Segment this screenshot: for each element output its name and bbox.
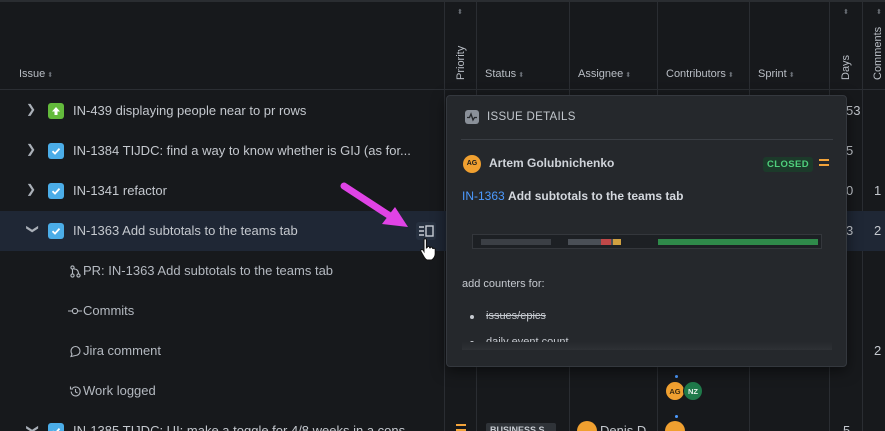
- column-header-issue[interactable]: Issue ⬍: [19, 68, 53, 80]
- issue-heading: IN-1363 Add subtotals to the teams tab: [462, 189, 683, 203]
- status-badge: CLOSED: [763, 157, 813, 172]
- issue-title: Add subtotals to the teams tab: [508, 189, 684, 203]
- task-icon: [48, 223, 64, 239]
- avatar[interactable]: AG: [665, 381, 685, 401]
- column-header-sprint[interactable]: Sprint ⬍: [758, 68, 795, 80]
- avatar[interactable]: [577, 421, 597, 431]
- subrow-label[interactable]: Jira comment: [83, 343, 161, 358]
- column-header-comments[interactable]: Comments: [872, 27, 884, 80]
- avatar[interactable]: [665, 421, 685, 431]
- commit-icon: [68, 307, 82, 315]
- days-value: 0: [846, 183, 854, 198]
- description-text: add counters for:: [462, 278, 545, 290]
- column-header-days[interactable]: Days: [840, 55, 852, 80]
- task-icon: [48, 143, 64, 159]
- indicator-dot: [675, 375, 678, 378]
- task-icon: [48, 423, 64, 431]
- attachment-thumbnail[interactable]: [472, 234, 822, 249]
- issue-title[interactable]: IN-1363 Add subtotals to the teams tab: [73, 223, 298, 238]
- sort-icon[interactable]: ⬍: [843, 8, 849, 16]
- history-icon: [69, 386, 81, 397]
- chevron-right-icon[interactable]: ❯: [26, 182, 36, 196]
- issue-title[interactable]: IN-1384 TIJDC: find a way to know whethe…: [73, 143, 411, 158]
- task-icon: [48, 183, 64, 199]
- chevron-down-icon[interactable]: ❯: [26, 424, 40, 431]
- author-name: Artem Golubnichenko: [489, 156, 615, 170]
- annotation-arrow-icon: [340, 182, 408, 227]
- content-fade: [462, 342, 832, 350]
- list-item: issues/epics: [486, 310, 546, 322]
- days-value: 5: [843, 423, 851, 431]
- subrow-label[interactable]: Work logged: [83, 383, 156, 398]
- chevron-right-icon[interactable]: ❯: [26, 142, 36, 156]
- column-header-contributors[interactable]: Contributors ⬍: [666, 68, 734, 80]
- issue-title[interactable]: IN-1385 TIJDC: UI: make a toggle for 4/8…: [73, 423, 416, 431]
- subrow-label[interactable]: PR: IN-1363 Add subtotals to the teams t…: [83, 263, 333, 278]
- comment-icon: [70, 345, 81, 358]
- avatar: AG: [463, 155, 481, 173]
- status-badge: BUSINESS S...: [486, 423, 557, 431]
- sort-icon: ⬍: [788, 72, 795, 79]
- pull-request-icon: [70, 265, 81, 278]
- sort-icon: ⬍: [727, 72, 734, 79]
- priority-medium-icon: [456, 424, 466, 431]
- list-item[interactable]: Work logged AG NZ: [0, 371, 885, 411]
- popup-title: ISSUE DETAILS: [487, 111, 576, 123]
- issue-details-popup: ISSUE DETAILS AG Artem Golubnichenko CLO…: [446, 95, 847, 367]
- bullet: [470, 315, 474, 319]
- divider: [461, 139, 833, 140]
- comments-value: 2: [874, 343, 882, 358]
- table-header: [0, 2, 885, 90]
- issue-key-link[interactable]: IN-1363: [462, 189, 505, 203]
- column-header-status[interactable]: Status ⬍: [485, 68, 524, 80]
- column-header-priority[interactable]: Priority: [455, 46, 467, 80]
- issue-title[interactable]: IN-1341 refactor: [73, 183, 167, 198]
- priority-medium-icon: [819, 159, 829, 169]
- sort-icon[interactable]: ⬍: [457, 8, 463, 16]
- story-icon: [48, 103, 64, 119]
- column-header-assignee[interactable]: Assignee ⬍: [578, 68, 631, 80]
- hand-cursor-icon: [420, 238, 436, 261]
- table-row[interactable]: ❯ IN-1385 TIJDC: UI: make a toggle for 4…: [0, 411, 885, 431]
- sort-icon: ⬍: [47, 72, 54, 79]
- comments-value: 2: [874, 223, 882, 238]
- days-value: 3: [846, 223, 854, 238]
- issue-title[interactable]: IN-439 displaying people near to pr rows: [73, 103, 306, 118]
- indicator-dot: [675, 415, 678, 418]
- activity-icon: [465, 110, 479, 124]
- days-value: 5: [846, 143, 854, 158]
- sort-icon: ⬍: [625, 72, 632, 79]
- subrow-label[interactable]: Commits: [83, 303, 134, 318]
- sort-icon[interactable]: ⬍: [876, 8, 882, 16]
- comments-value: 1: [874, 183, 882, 198]
- chevron-down-icon[interactable]: ❯: [26, 224, 40, 234]
- days-value: 53: [846, 103, 861, 118]
- avatar[interactable]: NZ: [683, 381, 703, 401]
- assignee-name: Denis D...: [600, 423, 658, 431]
- sort-icon: ⬍: [518, 72, 525, 79]
- chevron-right-icon[interactable]: ❯: [26, 102, 36, 116]
